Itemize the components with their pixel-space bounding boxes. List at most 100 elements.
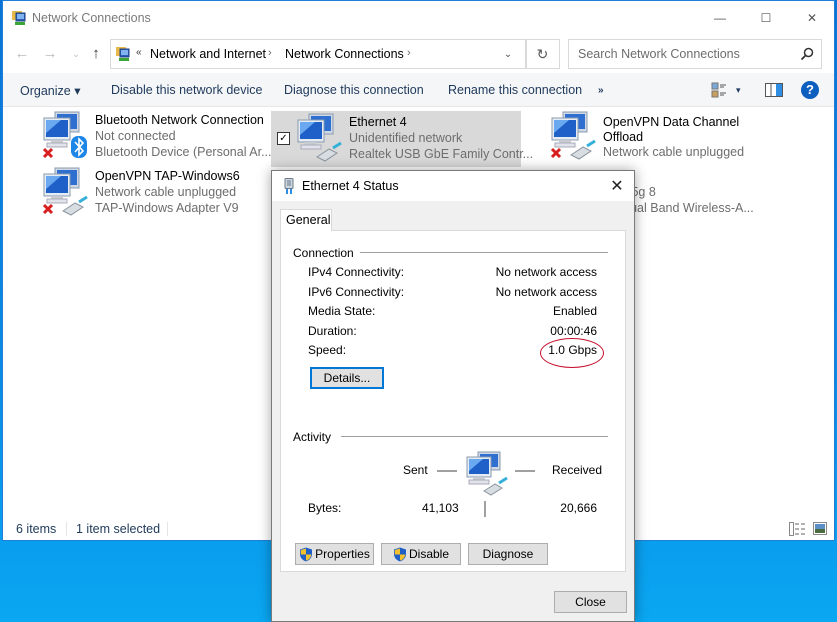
recent-locations-button[interactable]: ⌄ [67, 45, 85, 63]
bytes-sent-value: 41,103 [422, 501, 459, 515]
close-icon: ✕ [610, 178, 624, 195]
maximize-icon: ☐ [760, 11, 772, 25]
network-computers-icon [42, 167, 88, 216]
up-button[interactable]: ↑ [87, 45, 105, 63]
bytes-label: Bytes: [308, 501, 342, 515]
address-row: ← → ⌄ ↑ « Network and Internet › Network… [3, 37, 834, 71]
breadcrumb-network-connections[interactable]: Network Connections [285, 47, 404, 61]
command-bar: Organize ▾ Disable this network device D… [3, 73, 834, 107]
activity-group-divider [341, 436, 608, 437]
status-divider [66, 522, 67, 536]
connection-item-ethernet-4[interactable]: ✓ Ethernet 4 Unidentified network Realte… [271, 111, 533, 167]
back-button[interactable]: ← [13, 45, 31, 63]
network-connections-icon [116, 47, 130, 61]
disable-label: Disable [408, 547, 450, 561]
help-button[interactable]: ? [801, 81, 819, 99]
close-dialog-button[interactable]: Close [554, 591, 627, 613]
address-dropdown-button[interactable]: ⌄ [491, 40, 525, 68]
connection-group-divider [356, 252, 608, 253]
ipv6-value: No network access [495, 285, 597, 299]
refresh-button[interactable]: ↻ [525, 39, 560, 69]
uac-shield-icon [300, 547, 313, 561]
speed-annotation-circle [540, 338, 604, 368]
window-title: Network Connections [32, 11, 151, 25]
breadcrumb-network-and-internet[interactable]: Network and Internet [150, 47, 266, 61]
network-computers-icon [297, 113, 342, 162]
properties-button[interactable]: Properties [295, 543, 374, 565]
ipv4-value: No network access [495, 265, 597, 279]
general-tab-panel: Connection IPv4 Connectivity: No network… [280, 230, 626, 572]
activity-group-heading: Activity [293, 430, 338, 444]
connection-device: Bluetooth Device (Personal Ar... [95, 145, 272, 159]
connection-status: Not connected [95, 129, 176, 143]
tab-general[interactable]: General [280, 209, 332, 231]
disable-device-button[interactable]: Disable this network device [111, 83, 262, 97]
ethernet-status-dialog: Ethernet 4 Status ✕ General Connection I… [271, 170, 635, 622]
organize-menu[interactable]: Organize ▾ [20, 83, 80, 98]
properties-label: Properties [315, 547, 370, 561]
more-commands-button[interactable]: » [598, 85, 604, 96]
received-label: Received [552, 463, 603, 477]
search-icon[interactable] [799, 46, 815, 62]
connection-status: Unidentified network [349, 131, 463, 145]
rename-connection-button[interactable]: Rename this connection [448, 83, 582, 97]
dialog-title: Ethernet 4 Status [302, 179, 399, 193]
change-view-icon[interactable] [711, 82, 727, 98]
uac-shield-icon [393, 547, 406, 561]
minimize-icon: — [714, 11, 726, 25]
details-button[interactable]: Details... [310, 367, 384, 389]
connection-name: Bluetooth Network Connection [95, 113, 264, 127]
item-count: 6 items [16, 522, 57, 536]
disable-button[interactable]: Disable [381, 543, 461, 565]
duration-value: 00:00:46 [550, 324, 597, 338]
media-state-value: Enabled [552, 304, 597, 318]
refresh-icon: ↻ [536, 45, 549, 62]
breadcrumb-separator[interactable]: › [268, 47, 272, 59]
activity-divider [484, 501, 486, 517]
minimize-button[interactable]: — [697, 1, 743, 35]
details-view-icon[interactable] [789, 522, 805, 536]
connection-name: OpenVPN TAP-Windows6 [95, 169, 240, 183]
status-divider [167, 522, 168, 536]
connection-group-heading: Connection [293, 246, 360, 260]
duration-label: Duration: [308, 324, 357, 338]
connection-item-bluetooth[interactable]: Bluetooth Network Connection Not connect… [41, 109, 272, 165]
ipv4-label: IPv4 Connectivity: [308, 265, 405, 279]
connection-item-openvpn-tap[interactable]: OpenVPN TAP-Windows6 Network cable unplu… [41, 165, 269, 221]
connection-status: Network cable unplugged [603, 145, 745, 159]
search-box [568, 39, 822, 69]
dialog-close-button[interactable]: ✕ [600, 171, 634, 201]
address-bar[interactable]: « Network and Internet › Network Connect… [110, 39, 527, 69]
connection-device: TAP-Windows Adapter V9 [95, 201, 239, 215]
selection-checkbox[interactable]: ✓ [277, 132, 290, 145]
network-computers-icon [42, 111, 87, 159]
received-connector [515, 470, 535, 472]
diagnose-connection-button[interactable]: Diagnose this connection [284, 83, 424, 97]
ethernet-plug-icon [284, 178, 294, 194]
preview-pane-icon[interactable] [765, 83, 783, 97]
close-icon: ✕ [806, 11, 818, 25]
close-window-button[interactable]: ✕ [789, 1, 835, 35]
maximize-button[interactable]: ☐ [743, 1, 789, 35]
sent-label: Sent [403, 463, 428, 477]
network-connections-icon [12, 11, 26, 25]
breadcrumb-separator[interactable]: › [407, 47, 411, 59]
diagnose-button[interactable]: Diagnose [468, 543, 548, 565]
dialog-title-bar: Ethernet 4 Status ✕ [272, 171, 634, 201]
speed-label: Speed: [308, 343, 347, 357]
large-icons-view-icon[interactable] [813, 522, 827, 535]
connection-item-openvpn-dco[interactable]: OpenVPN Data Channel Offload Network cab… [549, 109, 799, 165]
breadcrumb-overflow-button[interactable]: « [136, 47, 142, 58]
media-state-label: Media State: [308, 304, 376, 318]
title-bar: Network Connections — ☐ ✕ [3, 1, 834, 35]
sent-connector [437, 470, 457, 472]
connection-name: OpenVPN Data Channel Offload [603, 115, 740, 144]
search-input[interactable] [569, 40, 789, 68]
network-activity-icon [466, 451, 508, 496]
network-computers-icon [550, 111, 596, 160]
forward-button[interactable]: → [41, 45, 59, 63]
view-options-dropdown[interactable]: ▾ [736, 85, 741, 96]
ipv6-label: IPv6 Connectivity: [308, 285, 405, 299]
selected-count: 1 item selected [76, 522, 161, 536]
connection-status: Network cable unplugged [95, 185, 237, 199]
